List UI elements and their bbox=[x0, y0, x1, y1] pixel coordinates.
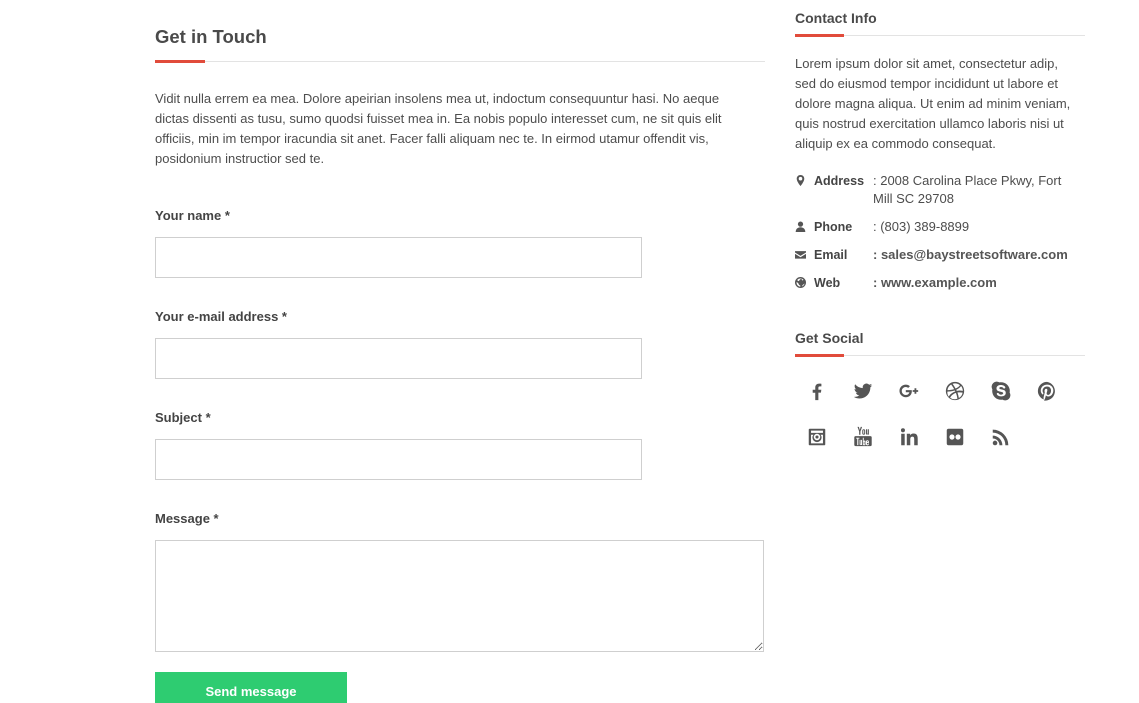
heading-accent-line bbox=[795, 34, 844, 37]
instagram-icon[interactable] bbox=[806, 426, 828, 448]
contact-item-web: Web : www.example.com bbox=[795, 274, 1085, 292]
contact-item-address: Address : 2008 Carolina Place Pkwy, Fort… bbox=[795, 172, 1085, 208]
email-link[interactable]: : sales@baystreetsoftware.com bbox=[873, 246, 1078, 264]
address-value: : 2008 Carolina Place Pkwy, Fort Mill SC… bbox=[873, 173, 1062, 206]
get-social-title: Get Social bbox=[795, 330, 864, 346]
message-textarea[interactable] bbox=[155, 540, 764, 652]
sidebar: Contact Info Lorem ipsum dolor sit amet,… bbox=[795, 0, 1085, 448]
user-icon bbox=[795, 218, 814, 234]
name-input[interactable] bbox=[155, 237, 642, 278]
get-in-touch-heading: Get in Touch bbox=[155, 26, 765, 63]
send-message-button[interactable]: Send message bbox=[155, 672, 347, 703]
address-label: Address bbox=[814, 174, 865, 188]
phone-label: Phone bbox=[814, 220, 853, 234]
name-label: Your name * bbox=[155, 208, 230, 223]
email-label: Email bbox=[814, 248, 848, 262]
message-field-group: Message * bbox=[155, 510, 765, 652]
contact-info-title: Contact Info bbox=[795, 10, 877, 26]
map-marker-icon bbox=[795, 172, 814, 188]
social-icons-grid bbox=[795, 380, 1085, 448]
linkedin-icon[interactable] bbox=[898, 426, 920, 448]
heading-accent-line bbox=[155, 60, 205, 63]
dribbble-icon[interactable] bbox=[944, 380, 966, 402]
web-label: Web bbox=[814, 276, 841, 290]
envelope-icon bbox=[795, 246, 814, 262]
contact-form-section: Get in Touch Vidit nulla errem ea mea. D… bbox=[155, 0, 765, 703]
contact-form: Your name * Your e-mail address * Subjec… bbox=[155, 207, 765, 703]
youtube-icon[interactable] bbox=[852, 426, 874, 448]
web-link[interactable]: : www.example.com bbox=[873, 274, 1078, 292]
intro-text: Vidit nulla errem ea mea. Dolore apeiria… bbox=[155, 91, 722, 166]
subject-input[interactable] bbox=[155, 439, 642, 480]
flickr-icon[interactable] bbox=[944, 426, 966, 448]
email-field-group: Your e-mail address * bbox=[155, 308, 765, 379]
heading-accent-line bbox=[795, 354, 844, 357]
contact-list: Address : 2008 Carolina Place Pkwy, Fort… bbox=[795, 172, 1085, 292]
phone-value: : (803) 389-8899 bbox=[873, 219, 970, 234]
twitter-icon[interactable] bbox=[852, 380, 874, 402]
contact-item-phone: Phone : (803) 389-8899 bbox=[795, 218, 1085, 236]
page-title: Get in Touch bbox=[155, 26, 267, 47]
subject-label: Subject * bbox=[155, 410, 211, 425]
contact-info-heading: Contact Info bbox=[795, 10, 1085, 37]
email-input[interactable] bbox=[155, 338, 642, 379]
get-social-heading: Get Social bbox=[795, 330, 1085, 357]
facebook-icon[interactable] bbox=[806, 380, 828, 402]
message-label: Message * bbox=[155, 511, 219, 526]
email-label: Your e-mail address * bbox=[155, 309, 287, 324]
about-text: Lorem ipsum dolor sit amet, consectetur … bbox=[795, 56, 1071, 151]
contact-item-email: Email : sales@baystreetsoftware.com bbox=[795, 246, 1085, 264]
pinterest-icon[interactable] bbox=[1036, 380, 1058, 402]
globe-icon bbox=[795, 274, 814, 290]
google-plus-icon[interactable] bbox=[898, 380, 920, 402]
name-field-group: Your name * bbox=[155, 207, 765, 278]
skype-icon[interactable] bbox=[990, 380, 1012, 402]
rss-icon[interactable] bbox=[990, 426, 1012, 448]
subject-field-group: Subject * bbox=[155, 409, 765, 480]
